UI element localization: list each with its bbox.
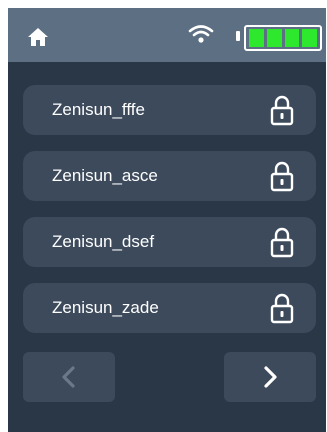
battery-cell	[302, 29, 317, 47]
wifi-network-item[interactable]: Zenisun_zade	[23, 283, 316, 333]
battery-cell	[284, 29, 300, 47]
lock-icon	[270, 95, 294, 126]
wifi-network-item[interactable]: Zenisun_dsef	[23, 217, 316, 267]
wifi-network-list: Zenisun_fffe Zenisun_asce Zenisun_dsef Z…	[23, 85, 316, 349]
wifi-network-name: Zenisun_fffe	[52, 100, 145, 119]
wifi-network-item[interactable]: Zenisun_asce	[23, 151, 316, 201]
wifi-network-name: Zenisun_dsef	[52, 232, 155, 251]
lock-icon	[270, 293, 294, 324]
prev-page-button[interactable]	[23, 352, 115, 402]
battery-tip	[236, 31, 240, 41]
battery-indicator	[236, 25, 322, 51]
chevron-right-icon	[264, 366, 277, 388]
chevron-left-icon	[62, 366, 75, 388]
device-screen: Zenisun_fffe Zenisun_asce Zenisun_dsef Z…	[8, 8, 326, 432]
next-page-button[interactable]	[224, 352, 316, 402]
wifi-network-name: Zenisun_asce	[52, 166, 158, 185]
status-bar	[8, 8, 326, 62]
battery-body	[244, 25, 322, 51]
wifi-icon	[188, 25, 214, 43]
lock-icon	[270, 161, 294, 192]
wifi-network-item[interactable]: Zenisun_fffe	[23, 85, 316, 135]
wifi-network-name: Zenisun_zade	[52, 298, 159, 317]
battery-cell	[266, 29, 282, 47]
lock-icon	[270, 227, 294, 258]
battery-cell	[249, 29, 264, 47]
home-icon[interactable]	[27, 27, 49, 47]
